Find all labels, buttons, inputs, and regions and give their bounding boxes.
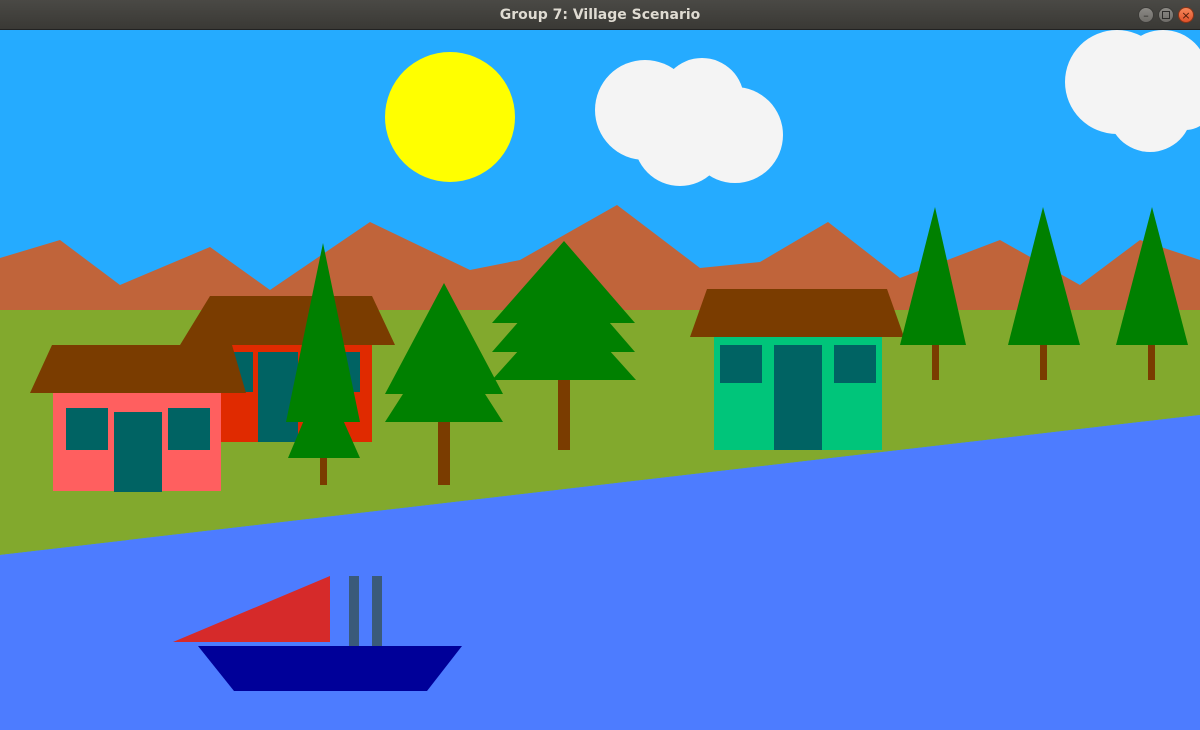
house-teal	[690, 289, 904, 450]
window-title: Group 7: Village Scenario	[499, 7, 701, 23]
window-controls: – ×	[1138, 7, 1194, 23]
mast-1	[349, 576, 359, 646]
close-button[interactable]: ×	[1178, 7, 1194, 23]
minimize-icon: –	[1143, 8, 1149, 22]
app-window: Group 7: Village Scenario – ×	[0, 0, 1200, 730]
sun	[385, 52, 515, 182]
title-bar[interactable]: Group 7: Village Scenario – ×	[0, 0, 1200, 30]
house-pink	[30, 345, 246, 492]
close-icon: ×	[1181, 8, 1191, 22]
maximize-icon	[1162, 11, 1170, 19]
mast-2	[372, 576, 382, 646]
minimize-button[interactable]: –	[1138, 7, 1154, 23]
maximize-button[interactable]	[1158, 7, 1174, 23]
hull	[198, 646, 462, 691]
village-scene-canvas	[0, 30, 1200, 730]
